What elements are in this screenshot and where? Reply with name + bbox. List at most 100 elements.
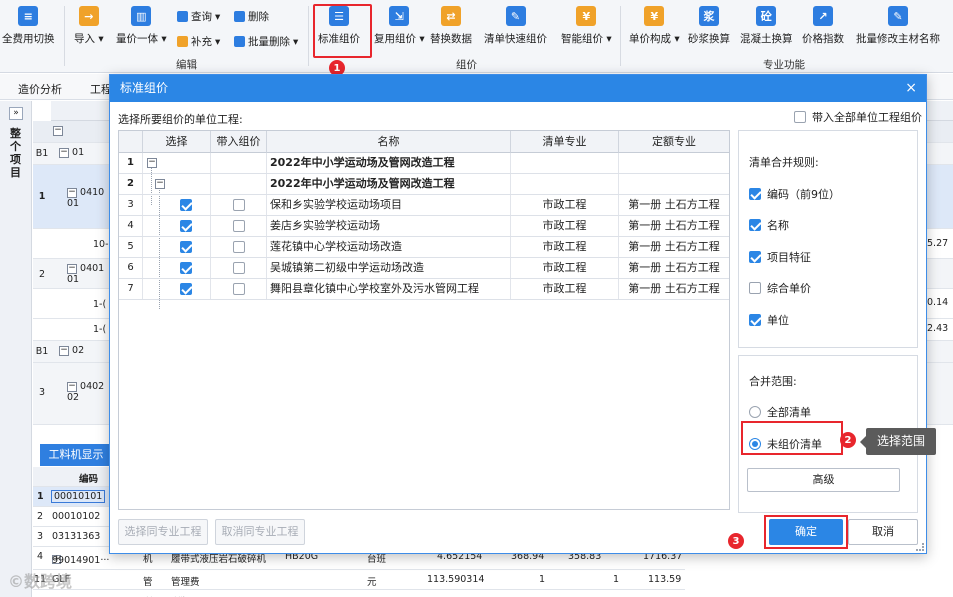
cell-value: 5.27 [927, 238, 949, 249]
batch-delete-button[interactable]: 批量删除 ▾ [234, 34, 298, 49]
scope-all-option[interactable]: 全部清单 [749, 404, 811, 420]
scope-tooltip: 选择范围 [860, 428, 936, 455]
group-label-edit: 编辑 [176, 59, 197, 71]
tab-material-display[interactable]: 工料机显示 [40, 444, 112, 466]
include-all-checkbox[interactable] [794, 111, 806, 123]
rule-unit-checkbox[interactable] [749, 314, 761, 326]
replace-data-button[interactable]: ⇄ 替换数据 [430, 6, 472, 46]
step-badge-3: 3 [728, 533, 744, 549]
table-row[interactable]: 2 − 2022年中小学运动场及管网改造工程 [119, 174, 729, 195]
concrete-convert-icon: 砼 [756, 6, 777, 26]
merge-scope-title: 合并范围: [749, 375, 797, 388]
select-checkbox[interactable] [180, 262, 192, 274]
dialog-title-bar: 标准组价 × [110, 75, 926, 102]
column-header-select: 选择 [143, 131, 211, 153]
rule-code-option[interactable]: 编码（前9位） [749, 186, 840, 202]
fee-switch-button[interactable]: ≡ 全费用切换 [2, 6, 55, 46]
column-header-list-spec: 清单专业 [511, 131, 619, 153]
resize-grip-icon[interactable] [916, 543, 924, 551]
select-same-spec-button[interactable]: 选择同专业工程 [118, 519, 208, 545]
query-button[interactable]: 查询 ▾ [177, 9, 220, 24]
bring-in-checkbox[interactable] [232, 283, 245, 295]
batch-edit-material-button[interactable]: ✎ 批量修改主材名称 [856, 6, 940, 46]
collapse-icon[interactable]: − [155, 179, 165, 189]
select-units-prompt: 选择所要组价的单位工程: [118, 113, 243, 126]
unit-project-table: 选择 带入组价 名称 清单专业 定额专业 1 − 2022年中小学运动场及管网改… [118, 130, 730, 510]
separator [64, 6, 65, 66]
separator [308, 6, 309, 66]
rule-feature-checkbox[interactable] [749, 251, 761, 263]
table-row[interactable]: 11 GLF 管 管理费 元 113.590314 1 1 113.59 [33, 570, 685, 590]
quick-pricing-icon: ✎ [505, 6, 526, 26]
cancel-button[interactable]: 取消 [848, 519, 918, 545]
column-header-quota-spec: 定额专业 [619, 131, 729, 153]
smart-pricing-button[interactable]: ¥ 智能组价 ▾ [561, 6, 612, 46]
select-checkbox[interactable] [180, 241, 192, 253]
tab-cost-analysis[interactable]: 造价分析 [18, 81, 62, 97]
table-row[interactable]: 利 利润 元 [33, 590, 685, 597]
cell-value: 0.14 [927, 297, 949, 308]
expand-panel-icon[interactable]: » [9, 107, 23, 120]
separator [620, 6, 621, 66]
rule-unit-price-option[interactable]: 综合单价 [749, 280, 811, 296]
close-icon[interactable]: × [905, 75, 917, 102]
unit-price-button[interactable]: ¥ 单价构成 ▾ [629, 6, 680, 46]
table-row[interactable]: 1 − 2022年中小学运动场及管网改造工程 [119, 153, 729, 174]
rule-unit-price-checkbox[interactable] [749, 282, 761, 294]
column-header-bring-in: 带入组价 [211, 131, 267, 153]
highlight-box-standard-pricing [313, 4, 372, 58]
cancel-same-spec-button[interactable]: 取消同专业工程 [215, 519, 305, 545]
bring-in-checkbox[interactable] [232, 199, 245, 211]
reuse-pricing-button[interactable]: ⇲ 复用组价 ▾ [374, 6, 425, 46]
reuse-pricing-icon: ⇲ [389, 6, 410, 26]
rule-feature-option[interactable]: 项目特征 [749, 249, 811, 265]
quantity-price-button[interactable]: ▥ 量价一体 ▾ [116, 6, 167, 46]
select-checkbox[interactable] [180, 220, 192, 232]
rule-name-option[interactable]: 名称 [749, 217, 789, 233]
select-checkbox[interactable] [180, 283, 192, 295]
collapse-icon[interactable]: − [147, 158, 157, 168]
column-header-name: 名称 [267, 131, 511, 153]
price-index-button[interactable]: ↗ 价格指数 [802, 6, 844, 46]
ribbon-toolbar: ≡ 全费用切换 → 导入 ▾ ▥ 量价一体 ▾ 查询 ▾ 删除 补充 ▾ 批量删… [0, 0, 953, 73]
delete-button[interactable]: 删除 [234, 9, 269, 24]
table-row[interactable]: 3 保和乡实验学校运动场项目 市政工程 第一册 土石方工程 [119, 195, 729, 216]
project-tree-strip: » 整个项目 [0, 101, 32, 597]
table-row[interactable]: 4 姜店乡实验学校运动场 市政工程 第一册 土石方工程 [119, 216, 729, 237]
scope-all-radio[interactable] [749, 406, 761, 418]
include-all-units-option[interactable]: 带入全部单位工程组价 [794, 109, 922, 125]
quick-pricing-button[interactable]: ✎ 清单快速组价 [484, 6, 547, 46]
bring-in-checkbox[interactable] [232, 262, 245, 274]
concrete-convert-button[interactable]: 砼 混凝土换算 [740, 6, 793, 46]
supplement-icon [177, 36, 188, 47]
batch-delete-icon [234, 36, 245, 47]
table-row[interactable]: 5 莲花镇中心学校运动场改造 市政工程 第一册 土石方工程 [119, 237, 729, 258]
smart-pricing-icon: ¥ [576, 6, 597, 26]
advanced-button[interactable]: 高级 [747, 468, 900, 492]
select-checkbox[interactable] [180, 199, 192, 211]
cell-value: 2.43 [927, 323, 949, 334]
fee-switch-icon: ≡ [18, 6, 39, 26]
watermark: ©数跨境 [8, 572, 73, 591]
rule-unit-option[interactable]: 单位 [749, 312, 789, 328]
table-row[interactable]: 7 舞阳县章化镇中心学校室外及污水管网工程 市政工程 第一册 土石方工程 [119, 279, 729, 300]
column-header-index [119, 131, 143, 153]
supplement-button[interactable]: 补充 ▾ [177, 34, 220, 49]
step-badge-2: 2 [840, 432, 856, 448]
standard-pricing-dialog: 标准组价 × 选择所要组价的单位工程: 带入全部单位工程组价 选择 带入组价 名… [109, 74, 927, 554]
rule-name-checkbox[interactable] [749, 219, 761, 231]
unit-price-icon: ¥ [644, 6, 665, 26]
table-row[interactable]: 6 吴城镇第二初级中学运动场改造 市政工程 第一册 土石方工程 [119, 258, 729, 279]
group-label-professional: 专业功能 [763, 59, 805, 71]
mortar-convert-button[interactable]: 浆 砂浆换算 [688, 6, 730, 46]
query-icon [177, 11, 188, 22]
delete-icon [234, 11, 245, 22]
dialog-title: 标准组价 [120, 81, 169, 95]
import-button[interactable]: → 导入 ▾ [74, 6, 104, 46]
group-label-pricing: 组价 [456, 59, 477, 71]
bring-in-checkbox[interactable] [232, 241, 245, 253]
whole-project-label: 整个项目 [10, 127, 21, 179]
rule-code-checkbox[interactable] [749, 188, 761, 200]
import-icon: → [78, 6, 99, 26]
bring-in-checkbox[interactable] [232, 220, 245, 232]
